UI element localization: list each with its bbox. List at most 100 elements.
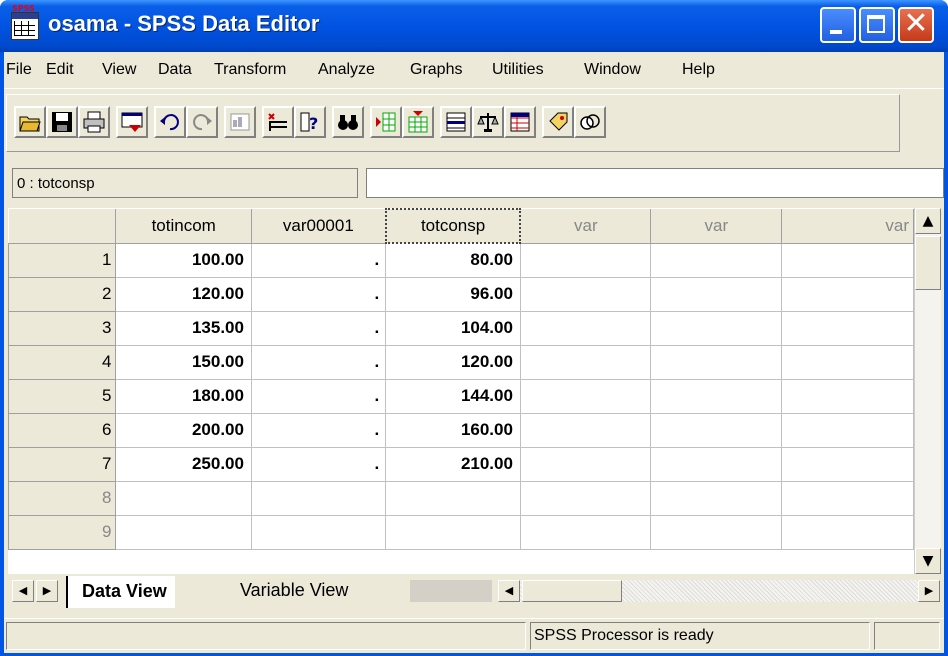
redo-icon[interactable] xyxy=(186,106,218,138)
split-file-icon[interactable] xyxy=(440,106,472,138)
row-number[interactable]: 6 xyxy=(8,412,117,448)
tab-data-view[interactable]: Data View xyxy=(66,576,175,608)
cell-var00001[interactable]: . xyxy=(251,447,387,482)
row-number[interactable]: 4 xyxy=(8,344,117,380)
menu-view[interactable]: View xyxy=(102,61,136,79)
cell-totincom[interactable]: 120.00 xyxy=(115,277,252,312)
cell-totconsp[interactable]: 210.00 xyxy=(385,447,521,482)
cell-var[interactable] xyxy=(650,481,783,516)
cell-var[interactable] xyxy=(650,345,783,380)
cell-var[interactable] xyxy=(650,277,783,312)
tab-scroll-left-button[interactable]: ◀ xyxy=(12,580,34,602)
cell-totconsp[interactable]: 144.00 xyxy=(385,379,521,414)
menu-transform[interactable]: Transform xyxy=(214,61,286,79)
cell-totconsp[interactable]: 96.00 xyxy=(385,277,521,312)
undo-icon[interactable] xyxy=(154,106,186,138)
cell-var[interactable] xyxy=(520,379,652,414)
column-header-var[interactable]: var xyxy=(650,209,783,244)
cell-var[interactable] xyxy=(781,413,914,448)
cell-var00001[interactable] xyxy=(251,515,387,550)
cell-totconsp[interactable] xyxy=(385,481,521,516)
cell-var[interactable] xyxy=(781,277,914,312)
vertical-scrollbar[interactable]: ▲ ▼ xyxy=(914,208,941,574)
column-header-totincom[interactable]: totincom xyxy=(115,209,252,244)
cell-var[interactable] xyxy=(781,515,914,550)
cell-totconsp[interactable] xyxy=(385,515,521,550)
use-sets-icon[interactable] xyxy=(574,106,606,138)
close-button[interactable]: ✕ xyxy=(898,7,934,43)
cell-var00001[interactable] xyxy=(251,481,387,516)
print-icon[interactable] xyxy=(78,106,110,138)
maximize-button[interactable] xyxy=(859,7,895,43)
menu-analyze[interactable]: Analyze xyxy=(318,61,375,79)
cell-totconsp[interactable]: 104.00 xyxy=(385,311,521,346)
cell-var[interactable] xyxy=(520,481,652,516)
cell-var00001[interactable]: . xyxy=(251,243,387,278)
menu-edit[interactable]: Edit xyxy=(46,61,74,79)
cell-value-input[interactable] xyxy=(366,168,944,198)
dialog-recall-icon[interactable] xyxy=(116,106,148,138)
cell-var[interactable] xyxy=(520,277,652,312)
cell-totconsp[interactable]: 80.00 xyxy=(385,243,521,278)
row-number[interactable]: 3 xyxy=(8,310,117,346)
insert-case-icon[interactable] xyxy=(370,106,402,138)
vertical-scroll-thumb[interactable] xyxy=(915,236,941,290)
tab-scroll-right-button[interactable]: ▶ xyxy=(36,580,58,602)
cell-var[interactable] xyxy=(520,311,652,346)
goto-case-icon[interactable] xyxy=(262,106,294,138)
cell-var00001[interactable]: . xyxy=(251,345,387,380)
cell-var[interactable] xyxy=(520,413,652,448)
cell-totconsp[interactable]: 160.00 xyxy=(385,413,521,448)
row-number[interactable]: 7 xyxy=(8,446,117,482)
cell-var00001[interactable]: . xyxy=(251,277,387,312)
cell-var[interactable] xyxy=(520,243,652,278)
cell-var[interactable] xyxy=(781,243,914,278)
cell-var00001[interactable]: . xyxy=(251,379,387,414)
cell-totincom[interactable] xyxy=(115,515,252,550)
row-number[interactable]: 1 xyxy=(8,242,117,278)
menu-data[interactable]: Data xyxy=(158,61,192,79)
title-bar[interactable]: SPSS osama - SPSS Data Editor ✕ xyxy=(0,0,948,52)
scroll-up-button[interactable]: ▲ xyxy=(915,208,941,234)
horizontal-scrollbar[interactable]: ◀ ▶ xyxy=(498,580,940,602)
minimize-button[interactable] xyxy=(820,7,856,43)
column-header-var[interactable]: var xyxy=(520,209,652,244)
scroll-left-button[interactable]: ◀ xyxy=(498,580,520,602)
menu-window[interactable]: Window xyxy=(584,61,641,79)
insert-variable-icon[interactable] xyxy=(402,106,434,138)
goto-chart-icon[interactable] xyxy=(224,106,256,138)
cell-var[interactable] xyxy=(650,311,783,346)
scroll-down-button[interactable]: ▼ xyxy=(915,548,941,574)
cell-totincom[interactable]: 150.00 xyxy=(115,345,252,380)
scroll-right-button[interactable]: ▶ xyxy=(918,580,940,602)
menu-graphs[interactable]: Graphs xyxy=(410,61,462,79)
cell-totincom[interactable]: 100.00 xyxy=(115,243,252,278)
cell-var[interactable] xyxy=(520,447,652,482)
cell-var[interactable] xyxy=(650,447,783,482)
cell-var[interactable] xyxy=(781,311,914,346)
cell-totincom[interactable]: 250.00 xyxy=(115,447,252,482)
menu-utilities[interactable]: Utilities xyxy=(492,61,544,79)
variables-info-icon[interactable]: ? xyxy=(294,106,326,138)
corner-header[interactable] xyxy=(8,209,117,244)
cell-totincom[interactable]: 200.00 xyxy=(115,413,252,448)
cell-totincom[interactable]: 135.00 xyxy=(115,311,252,346)
column-header-totconsp[interactable]: totconsp xyxy=(384,208,522,244)
weight-cases-icon[interactable] xyxy=(472,106,504,138)
cell-totincom[interactable]: 180.00 xyxy=(115,379,252,414)
cell-var[interactable] xyxy=(781,379,914,414)
column-header-var[interactable]: var xyxy=(781,209,914,244)
cell-var[interactable] xyxy=(650,515,783,550)
cell-var[interactable] xyxy=(781,447,914,482)
spss-data-editor-icon[interactable]: SPSS xyxy=(11,4,39,40)
row-number[interactable]: 2 xyxy=(8,276,117,312)
row-number[interactable]: 8 xyxy=(8,480,117,516)
menu-help[interactable]: Help xyxy=(682,61,715,79)
open-folder-icon[interactable] xyxy=(14,106,46,138)
row-number[interactable]: 5 xyxy=(8,378,117,414)
cell-var00001[interactable]: . xyxy=(251,311,387,346)
cell-var[interactable] xyxy=(650,413,783,448)
select-cases-icon[interactable] xyxy=(504,106,536,138)
column-header-var00001[interactable]: var00001 xyxy=(251,209,387,244)
cell-var[interactable] xyxy=(781,345,914,380)
